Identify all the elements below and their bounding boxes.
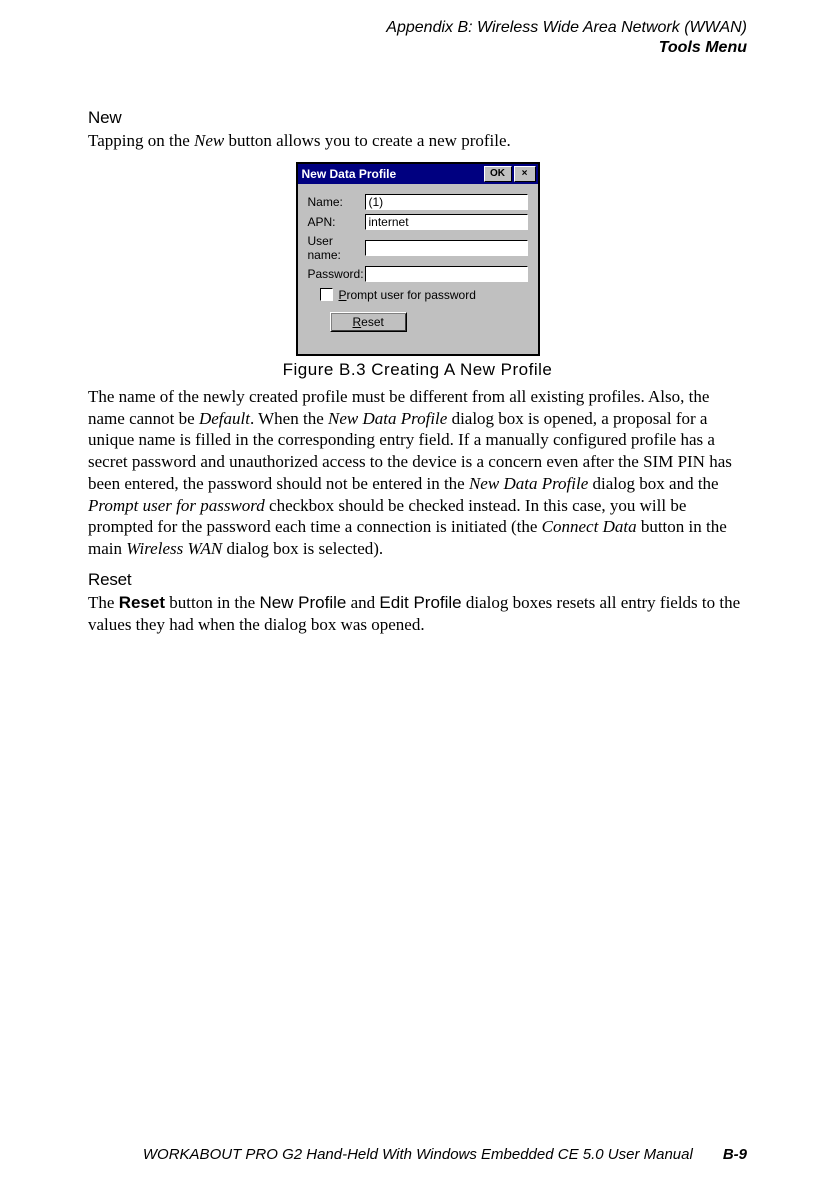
text: dialog box is selected). bbox=[222, 539, 383, 558]
text: The bbox=[88, 593, 119, 612]
text: and bbox=[346, 593, 379, 612]
paragraph-profile-explanation: The name of the newly created profile mu… bbox=[88, 386, 747, 560]
subheading-reset: Reset bbox=[88, 570, 747, 590]
text-cond: Edit Profile bbox=[379, 593, 461, 612]
text-italic: Prompt user for password bbox=[88, 496, 265, 515]
input-username[interactable] bbox=[365, 240, 528, 256]
dialog-body: Name: APN: User name: Password: P bbox=[298, 184, 538, 354]
row-name: Name: bbox=[308, 194, 528, 210]
text-italic: New Data Profile bbox=[328, 409, 447, 428]
dialog-title: New Data Profile bbox=[302, 167, 397, 181]
text: dialog box and the bbox=[588, 474, 718, 493]
label-apn: APN: bbox=[308, 215, 365, 229]
footer-page-number: B-9 bbox=[723, 1146, 747, 1163]
dialog-titlebar: New Data Profile OK × bbox=[298, 164, 538, 184]
page-header: Appendix B: Wireless Wide Area Network (… bbox=[88, 18, 747, 58]
checkbox-label: Prompt user for password bbox=[339, 288, 476, 302]
text: rompt user for password bbox=[347, 288, 476, 302]
text: . When the bbox=[250, 409, 328, 428]
subheading-new: New bbox=[88, 108, 747, 128]
label-name: Name: bbox=[308, 195, 365, 209]
text-bold: Reset bbox=[119, 593, 165, 612]
figure-caption: Figure B.3 Creating A New Profile bbox=[88, 360, 747, 380]
header-section: Tools Menu bbox=[88, 38, 747, 58]
figure-wrapper: New Data Profile OK × Name: APN: User na… bbox=[88, 162, 747, 356]
text: button in the bbox=[165, 593, 259, 612]
text-italic: Default bbox=[199, 409, 250, 428]
prompt-password-checkbox[interactable] bbox=[320, 288, 333, 301]
button-row: Reset bbox=[308, 312, 528, 332]
text: Tapping on the bbox=[88, 131, 194, 150]
reset-button[interactable]: Reset bbox=[330, 312, 407, 332]
row-password: Password: bbox=[308, 266, 528, 282]
text-italic: Connect Data bbox=[542, 517, 637, 536]
mnemonic: P bbox=[339, 288, 347, 302]
checkbox-row: Prompt user for password bbox=[320, 288, 528, 302]
input-name[interactable] bbox=[365, 194, 528, 210]
row-username: User name: bbox=[308, 234, 528, 262]
input-apn[interactable] bbox=[365, 214, 528, 230]
text-italic: Wireless WAN bbox=[126, 539, 222, 558]
text-italic: New Data Profile bbox=[469, 474, 588, 493]
ok-button[interactable]: OK bbox=[484, 166, 512, 182]
footer-manual-title: WORKABOUT PRO G2 Hand-Held With Windows … bbox=[143, 1146, 693, 1163]
header-appendix: Appendix B: Wireless Wide Area Network (… bbox=[88, 18, 747, 38]
close-button[interactable]: × bbox=[514, 166, 536, 182]
text: button allows you to create a new profil… bbox=[224, 131, 511, 150]
label-username: User name: bbox=[308, 234, 365, 262]
new-data-profile-dialog: New Data Profile OK × Name: APN: User na… bbox=[296, 162, 540, 356]
mnemonic: R bbox=[353, 315, 362, 329]
text: eset bbox=[361, 315, 384, 329]
text-cond: New Profile bbox=[259, 593, 346, 612]
page-footer: WORKABOUT PRO G2 Hand-Held With Windows … bbox=[88, 1146, 747, 1163]
paragraph-new-intro: Tapping on the New button allows you to … bbox=[88, 130, 747, 152]
text-italic-new: New bbox=[194, 131, 224, 150]
row-apn: APN: bbox=[308, 214, 528, 230]
label-password: Password: bbox=[308, 267, 365, 281]
input-password[interactable] bbox=[365, 266, 528, 282]
paragraph-reset: The Reset button in the New Profile and … bbox=[88, 592, 747, 636]
